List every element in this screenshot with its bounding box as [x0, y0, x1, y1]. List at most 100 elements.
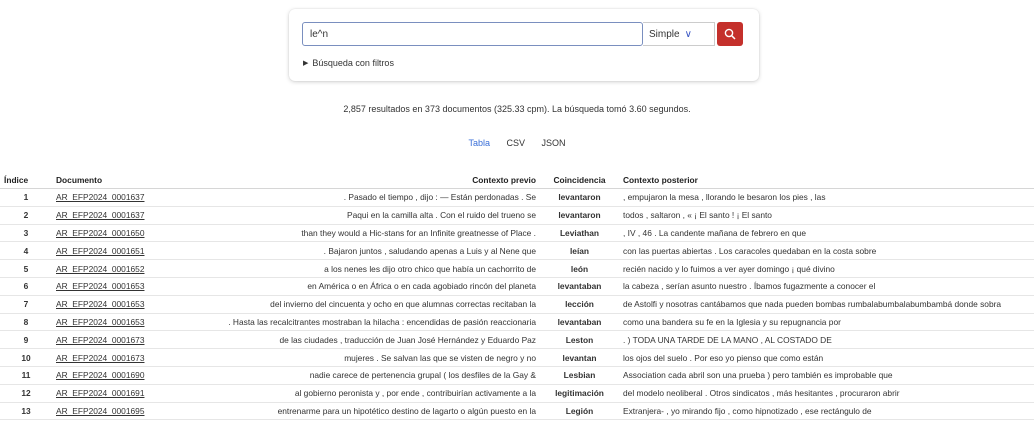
previous-context-text: . Bajaron juntos , saludando apenas a Lu… [323, 245, 536, 256]
header-document[interactable]: Documento [52, 172, 192, 189]
results-body: 1 AR_EFP2024_0001637 . Pasado el tiempo , … [0, 188, 1034, 421]
results-summary: 2,857 resultados en 373 documentos (325.… [343, 104, 691, 114]
document-link[interactable]: AR_EFP2024_0001691 [56, 388, 144, 398]
previous-context-text: de las ciudades , traducción de Juan Jos… [279, 334, 536, 345]
row-next-context: como una bandera su fe en la Iglesia y s… [619, 313, 1034, 332]
row-match: Legión [540, 402, 619, 421]
row-document-cell: AR_EFP2024_0001653 [52, 313, 192, 332]
row-index: 5 [0, 259, 52, 278]
header-match[interactable]: Coincidencia [540, 172, 619, 189]
header-next-context[interactable]: Contexto posterior [619, 172, 1034, 189]
row-next-context: la cabeza , serían asunto nuestro . Íbam… [619, 277, 1034, 296]
table-row: 2 AR_EFP2024_0001637 Paqui en la camilla a… [0, 206, 1034, 225]
row-index: 2 [0, 206, 52, 225]
previous-context-text: del invierno del cincuenta y ocho en que… [270, 299, 536, 310]
row-document-cell: AR_EFP2024_0001653 [52, 277, 192, 296]
document-link[interactable]: AR_EFP2024_0001637 [56, 192, 144, 202]
row-index: 7 [0, 295, 52, 314]
previous-context-text: en América o en África o en cada agobiad… [307, 281, 536, 292]
row-previous-context: entrenarme para un hipotético destino de… [192, 402, 540, 421]
row-next-context: los ojos del suelo . Por eso yo pienso q… [619, 348, 1034, 367]
header-index[interactable]: Índice [0, 172, 52, 189]
row-next-context: con las puertas abiertas . Los caracoles… [619, 241, 1034, 261]
document-link[interactable]: AR_EFP2024_0001653 [56, 317, 144, 327]
previous-context-text: . Pasado el tiempo , dijo : — Están perd… [343, 192, 536, 203]
previous-context-text: Paqui en la camilla alta . Con el ruido … [346, 210, 536, 221]
table-row: 12 AR_EFP2024_0001691 al gobierno peronist… [0, 384, 1034, 403]
row-index: 13 [0, 402, 52, 421]
document-link[interactable]: AR_EFP2024_0001651 [56, 246, 144, 256]
previous-context-text: nadie carece de pertenencia grupal ( los… [309, 370, 536, 381]
table-header-row: Índice Documento Contexto previo Coincid… [0, 172, 1034, 189]
row-match: leían [540, 241, 619, 261]
row-match: levantaban [540, 277, 619, 296]
table-row: 8 AR_EFP2024_0001653 . Hasta las recalcitr… [0, 313, 1034, 332]
row-previous-context: . Bajaron juntos , saludando apenas a Lu… [192, 241, 540, 261]
search-icon [724, 28, 736, 40]
row-match: levantaron [540, 206, 619, 225]
document-link[interactable]: AR_EFP2024_0001673 [56, 353, 144, 363]
table-row: 3 AR_EFP2024_0001650 than they would a Hic… [0, 224, 1034, 243]
document-link[interactable]: AR_EFP2024_0001653 [56, 299, 144, 309]
row-previous-context: de las ciudades , traducción de Juan Jos… [192, 330, 540, 350]
row-next-context: Extranjera- , yo mirando fijo , como hip… [619, 402, 1034, 421]
tab-csv[interactable]: CSV [506, 138, 525, 148]
output-format-tabs: Tabla CSV JSON [0, 138, 1034, 148]
previous-context-text: than they would a Hic-stans for an Infin… [301, 227, 536, 238]
table-row: 10 AR_EFP2024_0001673 mujeres . Se salvan … [0, 348, 1034, 367]
row-document-cell: AR_EFP2024_0001650 [52, 224, 192, 243]
table-row: 9 AR_EFP2024_0001673 de las ciudades , tra… [0, 330, 1034, 350]
row-document-cell: AR_EFP2024_0001673 [52, 330, 192, 350]
row-next-context: todos , saltaron , « ¡ El santo ! ¡ El s… [619, 206, 1034, 225]
table-row: 7 AR_EFP2024_0001653 del invierno del cinc… [0, 295, 1034, 314]
table-row: 13 AR_EFP2024_0001695 entrenarme para un h… [0, 402, 1034, 421]
header-previous-context[interactable]: Contexto previo [192, 172, 540, 189]
advanced-filters-toggle[interactable]: ▶ Búsqueda con filtros [303, 58, 394, 68]
row-next-context: Association cada abril son una prueba ) … [619, 366, 1034, 385]
table-row: 4 AR_EFP2024_0001651 . Bajaron juntos , sa… [0, 241, 1034, 261]
row-previous-context: . Hasta las recalcitrantes mostraban la … [192, 313, 540, 332]
row-index: 6 [0, 277, 52, 296]
row-match: león [540, 259, 619, 278]
search-input[interactable] [302, 22, 643, 46]
row-previous-context: del invierno del cincuenta y ocho en que… [192, 295, 540, 314]
row-match: levantaron [540, 188, 619, 207]
row-match: lección [540, 295, 619, 314]
document-link[interactable]: AR_EFP2024_0001695 [56, 406, 144, 416]
row-previous-context: Paqui en la camilla alta . Con el ruido … [192, 206, 540, 225]
row-document-cell: AR_EFP2024_0001690 [52, 366, 192, 385]
row-previous-context: en América o en África o en cada agobiad… [192, 277, 540, 296]
row-next-context: del modelo neoliberal . Otros sindicatos… [619, 384, 1034, 403]
document-link[interactable]: AR_EFP2024_0001650 [56, 228, 144, 238]
search-button[interactable] [717, 22, 743, 46]
row-document-cell: AR_EFP2024_0001652 [52, 259, 192, 278]
row-document-cell: AR_EFP2024_0001637 [52, 206, 192, 225]
document-link[interactable]: AR_EFP2024_0001637 [56, 210, 144, 220]
row-index: 8 [0, 313, 52, 332]
previous-context-text: entrenarme para un hipotético destino de… [277, 405, 536, 416]
row-document-cell: AR_EFP2024_0001653 [52, 295, 192, 314]
document-link[interactable]: AR_EFP2024_0001653 [56, 281, 144, 291]
row-next-context: recién nacido y lo fuimos a ver ayer dom… [619, 259, 1034, 278]
tab-table[interactable]: Tabla [468, 138, 490, 148]
search-mode-select[interactable]: Simple ∨ [643, 22, 715, 46]
row-next-context: de Astolfi y nosotras cantábamos que nad… [619, 295, 1034, 314]
row-index: 9 [0, 330, 52, 350]
previous-context-text: a los nenes les dijo otro chico que habí… [324, 263, 536, 274]
row-index: 1 [0, 188, 52, 207]
row-document-cell: AR_EFP2024_0001691 [52, 384, 192, 403]
document-link[interactable]: AR_EFP2024_0001673 [56, 335, 144, 345]
document-link[interactable]: AR_EFP2024_0001690 [56, 370, 144, 380]
row-next-context: , IV , 46 . La candente mañana de febrer… [619, 224, 1034, 243]
row-previous-context: mujeres . Se salvan las que se visten de… [192, 348, 540, 367]
row-index: 10 [0, 348, 52, 367]
tab-json[interactable]: JSON [542, 138, 566, 148]
results-table: Índice Documento Contexto previo Coincid… [0, 172, 1034, 421]
row-index: 12 [0, 384, 52, 403]
row-previous-context: . Pasado el tiempo , dijo : — Están perd… [192, 188, 540, 207]
table-row: 5 AR_EFP2024_0001652 a los nenes les dijo … [0, 259, 1034, 278]
previous-context-text: . Hasta las recalcitrantes mostraban la … [228, 316, 536, 327]
document-link[interactable]: AR_EFP2024_0001652 [56, 264, 144, 274]
row-match: Leviathan [540, 224, 619, 243]
previous-context-text: mujeres . Se salvan las que se visten de… [344, 352, 536, 363]
